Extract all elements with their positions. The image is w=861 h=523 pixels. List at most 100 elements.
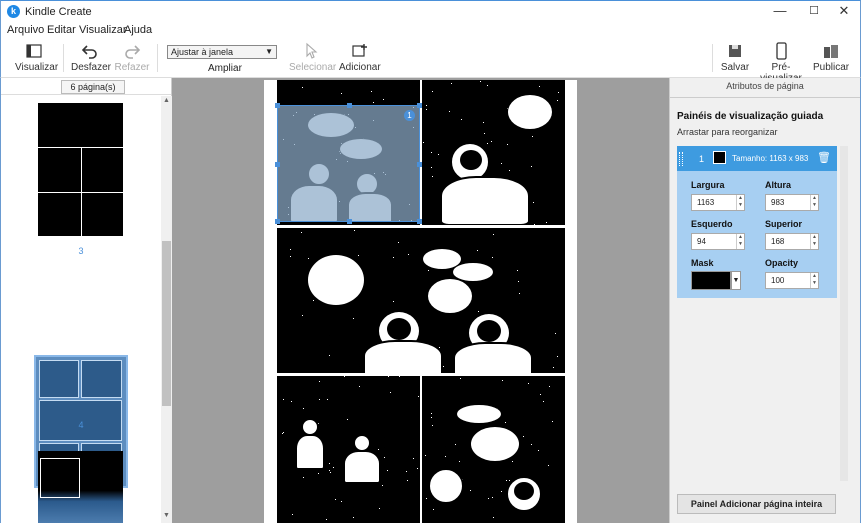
star [492, 257, 493, 258]
stepper-icon[interactable]: ▲ ▼ [736, 195, 744, 210]
resize-handle[interactable] [275, 162, 280, 167]
selecionar-button[interactable]: Selecionar [289, 42, 336, 73]
trash-icon[interactable]: 🗑 [817, 151, 831, 164]
opacity-field[interactable]: 100 ▲ ▼ [765, 272, 819, 289]
star [540, 394, 541, 395]
attributes-scrollbar[interactable] [840, 146, 848, 481]
thumbnail-scrollbar[interactable]: ▲ ▼ [161, 96, 172, 523]
resize-handle[interactable] [417, 162, 422, 167]
star [553, 367, 554, 368]
star [543, 401, 544, 402]
guided-panel-card-header[interactable]: 1 Tamanho: 1163 x 983 🗑 [677, 146, 837, 171]
star [302, 315, 303, 316]
add-full-page-panel-button[interactable]: Painel Adicionar página inteira [677, 494, 836, 514]
star [501, 163, 502, 164]
star [353, 318, 354, 319]
star [426, 498, 427, 499]
panel-title: Atributos de página [726, 81, 804, 91]
publicar-button[interactable]: Publicar [813, 42, 849, 73]
mask-color-picker[interactable] [691, 271, 731, 290]
thumb-panel [38, 193, 81, 236]
star [399, 376, 400, 377]
star [431, 152, 432, 153]
scroll-thumb[interactable] [162, 241, 171, 406]
stepper-icon[interactable]: ▲ ▼ [810, 273, 818, 288]
star [282, 433, 283, 434]
visualizar-button[interactable]: Visualizar [15, 42, 58, 73]
cursor-icon [306, 42, 318, 59]
comic-panel-5[interactable] [422, 376, 565, 523]
star [382, 485, 383, 486]
star [433, 509, 434, 510]
astronaut-figure [343, 450, 381, 484]
device-preview-icon [776, 42, 787, 60]
star [523, 436, 524, 437]
astronaut-figure [440, 176, 530, 225]
chevron-down-icon[interactable]: ▼ [731, 271, 741, 290]
star [449, 111, 450, 112]
astronaut-figure [453, 342, 533, 373]
esquerdo-field[interactable]: 94 ▲ ▼ [691, 233, 745, 250]
star [548, 465, 549, 466]
page-count-badge: 6 página(s) [61, 80, 125, 94]
star [283, 399, 284, 400]
resize-handle[interactable] [417, 103, 422, 108]
resize-handle[interactable] [275, 103, 280, 108]
star [313, 300, 314, 301]
mask-color-swatch [713, 151, 726, 164]
star [546, 222, 547, 223]
guided-view-selection[interactable]: 1 [275, 103, 422, 224]
menu-arquivo[interactable]: Arquivo [7, 24, 44, 36]
guided-panel-card[interactable]: 1 Tamanho: 1163 x 983 🗑 Largura 1163 ▲ ▼ … [677, 146, 837, 298]
star [329, 463, 330, 464]
salvar-button[interactable]: Salvar [719, 42, 751, 73]
resize-handle[interactable] [417, 219, 422, 224]
drag-handle-icon[interactable] [679, 152, 683, 166]
undo-button[interactable]: Desfazer [71, 42, 111, 73]
zoom-select[interactable]: Ajustar à janela ▼ [167, 45, 277, 59]
resize-handle[interactable] [347, 219, 352, 224]
star [455, 444, 456, 445]
superior-field[interactable]: 168 ▲ ▼ [765, 233, 819, 250]
close-button[interactable]: ✕ [827, 1, 861, 22]
star [417, 468, 418, 469]
star [425, 455, 426, 456]
star [383, 99, 384, 100]
astronaut-figure [295, 434, 325, 470]
star [506, 480, 507, 481]
stepper-icon[interactable]: ▲ ▼ [736, 234, 744, 249]
altura-field[interactable]: 983 ▲ ▼ [765, 194, 819, 211]
star [301, 232, 302, 233]
speech-bubble [427, 278, 473, 314]
comic-panel-4[interactable] [277, 376, 420, 523]
maximize-button[interactable]: ☐ [797, 1, 831, 22]
menu-editar[interactable]: Editar [47, 24, 76, 36]
resize-handle[interactable] [347, 103, 352, 108]
star [353, 517, 354, 518]
toolbar-separator [712, 44, 713, 72]
menu-visualizar[interactable]: Visualizar [79, 24, 127, 36]
adicionar-button[interactable]: Adicionar [339, 42, 381, 73]
minimize-button[interactable]: — [763, 1, 797, 22]
thumb-panel [38, 103, 123, 147]
star [318, 473, 319, 474]
scroll-up-icon[interactable]: ▲ [161, 97, 172, 104]
stepper-icon[interactable]: ▲ ▼ [810, 234, 818, 249]
scroll-down-icon[interactable]: ▼ [161, 512, 172, 519]
star [341, 501, 342, 502]
star [432, 425, 433, 426]
menu-ajuda[interactable]: Ajuda [124, 24, 152, 36]
redo-button[interactable]: Refazer [113, 42, 151, 73]
star [432, 176, 433, 177]
largura-field[interactable]: 1163 ▲ ▼ [691, 194, 745, 211]
star [487, 143, 488, 144]
stepper-icon[interactable]: ▲ ▼ [810, 195, 818, 210]
opacity-label: Opacity [765, 258, 799, 268]
comic-panel-2[interactable] [422, 80, 565, 225]
star [303, 408, 304, 409]
resize-handle[interactable] [275, 219, 280, 224]
comic-panel-3[interactable] [277, 228, 565, 373]
star [302, 87, 303, 88]
star [555, 333, 556, 334]
star [505, 422, 506, 423]
